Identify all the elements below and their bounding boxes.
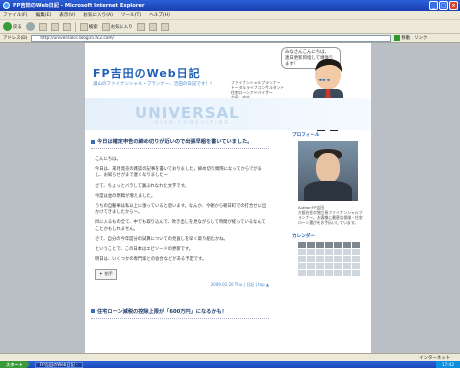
print-icon[interactable]	[160, 22, 169, 31]
search-icon	[79, 22, 88, 31]
post-body: こんにちは。 今日は、来月発売の雑誌の記事を書いておりました。締め切り間際になっ…	[91, 157, 269, 280]
main-column: 今日は確定申告の締め切りが近いので出張早稲を書いていました。 こんにちは。 今日…	[85, 130, 277, 353]
profile-text: Author:FP吉田 大阪在住の独立系ファイナンシャルプランナー。お客様に最適…	[298, 205, 363, 225]
forward-button[interactable]	[25, 22, 35, 31]
menu-help[interactable]: ヘルプ(H)	[149, 12, 170, 18]
back-button[interactable]: 戻る	[3, 22, 22, 31]
clock: 17:42	[435, 361, 460, 368]
internet-zone: インターネット	[419, 355, 450, 361]
header-profile: ファイナンシャルプランナー トータルライフコンサルタント 住宅ローンアドバイザー…	[231, 80, 285, 100]
menu-favorites[interactable]: お気に入り(A)	[83, 12, 113, 18]
go-button[interactable]: 移動	[394, 35, 410, 41]
risk-consulting-text: RISK CONSULTING	[155, 120, 231, 126]
status-bar: インターネット	[0, 353, 460, 361]
favorites-button[interactable]: お気に入り	[101, 22, 133, 31]
close-button[interactable]: ×	[449, 1, 458, 10]
home-icon[interactable]	[62, 22, 71, 31]
taskbar-ie-window[interactable]: FP吉田のWeb日記 -	[34, 361, 83, 368]
window-controls: _ □ ×	[429, 1, 458, 10]
blog-title[interactable]: FP吉田のWeb日記	[93, 65, 201, 81]
address-bar: アドレス(D) 移動 リンク	[0, 34, 460, 43]
star-icon	[101, 22, 110, 31]
links-button[interactable]: リンク	[414, 35, 427, 41]
mail-icon[interactable]	[148, 22, 157, 31]
post-meta[interactable]: 2009.02.20 Thu | 日記 | top ▲	[91, 282, 269, 288]
window-titlebar: FP吉田のWeb日記 - Microsoft Internet Explorer…	[0, 0, 460, 11]
maximize-button[interactable]: □	[439, 1, 448, 10]
bullet-icon	[91, 139, 95, 144]
blog-header: FP吉田のWeb日記 湯山のファイナンシャル・プランナー、吉田の日記です！！ み…	[85, 43, 371, 131]
sidebar: プロフィール Author:FP吉田 大阪在住の独立系ファイナンシャルプランナー…	[292, 130, 366, 353]
calendar-grid[interactable]	[298, 242, 360, 276]
author-photo	[298, 141, 358, 201]
search-button[interactable]: 検索	[79, 22, 98, 31]
history-icon[interactable]	[136, 22, 145, 31]
header-nav-arrows[interactable]: ◄◄ ◄	[318, 78, 330, 83]
menu-file[interactable]: ファイル(F)	[3, 12, 28, 18]
header-banner: UNIVERSAL RISK CONSULTING	[85, 98, 371, 130]
toolbar: 戻る 検索 お気に入り	[0, 20, 460, 34]
menu-view[interactable]: 表示(V)	[59, 12, 75, 18]
back-arrow-icon	[3, 22, 12, 31]
menu-edit[interactable]: 編集(E)	[36, 12, 52, 18]
taskbar: スタート FP吉田のWeb日記 - 17:42	[0, 361, 460, 368]
blog-page: FP吉田のWeb日記 湯山のファイナンシャル・プランナー、吉田の日記です！！ み…	[85, 43, 371, 353]
bullet-icon	[91, 309, 95, 314]
clap-button[interactable]: ✦ 拍手	[95, 269, 117, 280]
profile-heading: プロフィール	[292, 133, 320, 138]
blog-subtitle: 湯山のファイナンシャル・プランナー、吉田の日記です！！	[93, 82, 215, 87]
menu-tools[interactable]: ツール(T)	[121, 12, 141, 18]
ie-icon	[3, 2, 10, 9]
address-label: アドレス(D)	[3, 36, 28, 41]
forward-arrow-icon	[25, 22, 35, 31]
window-title: FP吉田のWeb日記 - Microsoft Internet Explorer	[13, 3, 145, 9]
minimize-button[interactable]: _	[429, 1, 438, 10]
calendar-heading: カレンダー	[292, 234, 315, 239]
start-button[interactable]: スタート	[0, 361, 29, 368]
post-title-2[interactable]: 住宅ローン減税の控除上限が「600万円」になるかも！	[91, 308, 269, 319]
clap-icon: ✦	[99, 271, 103, 277]
go-arrow-icon	[394, 35, 401, 41]
refresh-icon[interactable]	[50, 22, 59, 31]
browser-viewport: FP吉田のWeb日記 湯山のファイナンシャル・プランナー、吉田の日記です！！ み…	[0, 43, 460, 353]
menu-bar: ファイル(F) 編集(E) 表示(V) お気に入り(A) ツール(T) ヘルプ(…	[0, 11, 460, 20]
address-input[interactable]	[31, 34, 392, 42]
stop-icon[interactable]	[38, 22, 47, 31]
post-title[interactable]: 今日は確定申告の締め切りが近いので出張早稲を書いていました。	[91, 138, 269, 149]
